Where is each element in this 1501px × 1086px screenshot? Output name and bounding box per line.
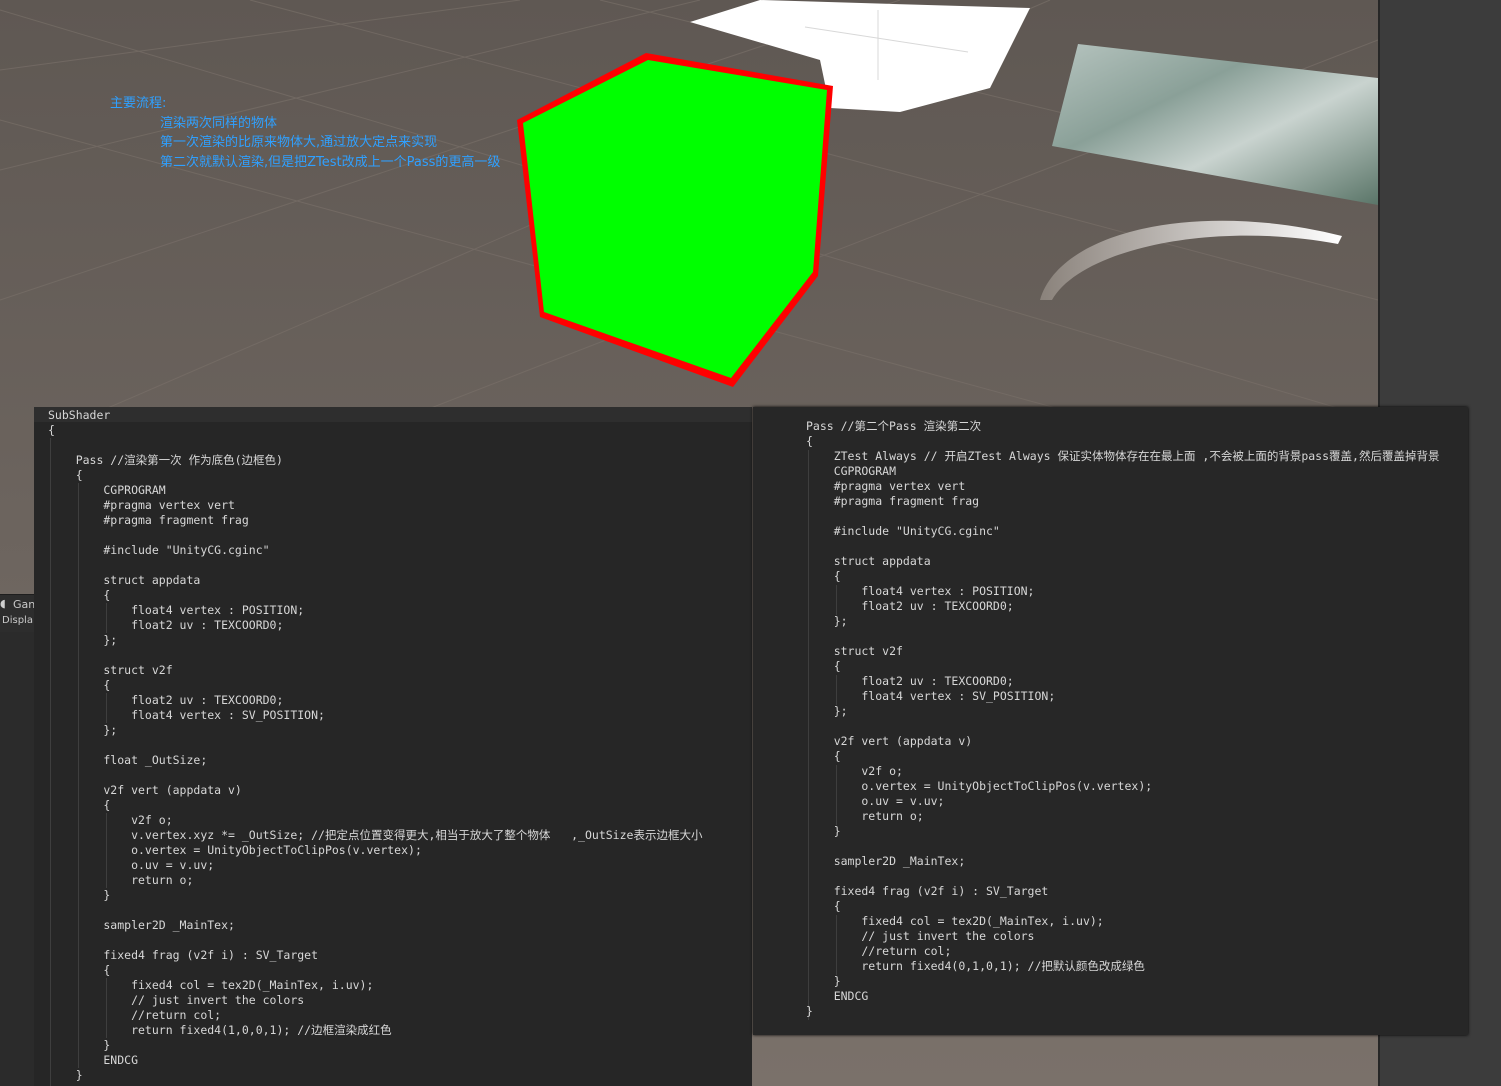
code-line[interactable]: // just invert the colors bbox=[48, 993, 752, 1008]
code-line[interactable]: v2f vert (appdata v) bbox=[48, 783, 752, 798]
code-line[interactable]: } bbox=[48, 1068, 752, 1083]
code-line[interactable]: sampler2D _MainTex; bbox=[806, 854, 1468, 869]
code-line[interactable]: { bbox=[806, 659, 1468, 674]
code-line[interactable] bbox=[48, 438, 752, 453]
code-line[interactable]: float _OutSize; bbox=[48, 753, 752, 768]
code-line[interactable] bbox=[48, 528, 752, 543]
code-line[interactable]: }; bbox=[48, 723, 752, 738]
code-line[interactable] bbox=[806, 509, 1468, 524]
code-line[interactable]: { bbox=[48, 423, 752, 438]
code-line[interactable]: float4 vertex : POSITION; bbox=[806, 584, 1468, 599]
code-line[interactable]: float2 uv : TEXCOORD0; bbox=[806, 599, 1468, 614]
code-line[interactable] bbox=[806, 719, 1468, 734]
code-line[interactable]: } bbox=[48, 888, 752, 903]
code-line[interactable]: }; bbox=[806, 614, 1468, 629]
code-line[interactable] bbox=[806, 629, 1468, 644]
code-line[interactable] bbox=[48, 768, 752, 783]
code-line[interactable]: { bbox=[48, 468, 752, 483]
code-line[interactable]: Pass //渲染第一次 作为底色(边框色) bbox=[48, 453, 752, 468]
code-line[interactable]: #include "UnityCG.cginc" bbox=[48, 543, 752, 558]
code-line[interactable]: float2 uv : TEXCOORD0; bbox=[48, 618, 752, 633]
code-line[interactable]: return fixed4(0,1,0,1); //把默认颜色改成绿色 bbox=[806, 959, 1468, 974]
code-line[interactable] bbox=[806, 539, 1468, 554]
game-view-tab[interactable]: ◖ Gan Displa bbox=[0, 594, 35, 634]
code-line[interactable] bbox=[48, 648, 752, 663]
code-line[interactable]: }; bbox=[806, 704, 1468, 719]
code-line[interactable]: { bbox=[48, 963, 752, 978]
code-line[interactable]: Pass //第二个Pass 渲染第二次 bbox=[806, 419, 1468, 434]
code-line[interactable]: fixed4 col = tex2D(_MainTex, i.uv); bbox=[48, 978, 752, 993]
code-line[interactable]: }; bbox=[48, 633, 752, 648]
code-editor-right[interactable]: Pass //第二个Pass 渲染第二次{ ZTest Always // 开启… bbox=[753, 407, 1468, 1035]
code-line[interactable]: #pragma vertex vert bbox=[806, 479, 1468, 494]
code-line[interactable]: o.uv = v.uv; bbox=[806, 794, 1468, 809]
code-line[interactable]: } bbox=[48, 1038, 752, 1053]
code-line[interactable]: float2 uv : TEXCOORD0; bbox=[48, 693, 752, 708]
code-line[interactable] bbox=[806, 839, 1468, 854]
code-line[interactable]: ZTest Always // 开启ZTest Always 保证实体物体存在在… bbox=[806, 449, 1468, 464]
code-line[interactable] bbox=[48, 738, 752, 753]
code-line[interactable]: struct appdata bbox=[48, 573, 752, 588]
code-line[interactable]: struct v2f bbox=[48, 663, 752, 678]
code-line[interactable]: v2f o; bbox=[806, 764, 1468, 779]
code-line[interactable]: float4 vertex : POSITION; bbox=[48, 603, 752, 618]
code-line[interactable]: return o; bbox=[48, 873, 752, 888]
code-line[interactable]: #include "UnityCG.cginc" bbox=[806, 524, 1468, 539]
notes-line-3: 第二次就默认渲染,但是把ZTest改成上一个Pass的更高一级 bbox=[160, 154, 501, 170]
code-line[interactable] bbox=[48, 933, 752, 948]
notes-line-2: 第一次渲染的比原来物体大,通过放大定点来实现 bbox=[160, 135, 438, 150]
code-line[interactable]: float2 uv : TEXCOORD0; bbox=[806, 674, 1468, 689]
code-line[interactable]: } bbox=[806, 974, 1468, 989]
code-line[interactable]: #pragma vertex vert bbox=[48, 498, 752, 513]
code-line[interactable]: v2f vert (appdata v) bbox=[806, 734, 1468, 749]
code-line[interactable]: struct v2f bbox=[806, 644, 1468, 659]
code-line[interactable]: struct appdata bbox=[806, 554, 1468, 569]
code-line[interactable]: SubShader bbox=[48, 408, 752, 423]
code-line[interactable]: #pragma fragment frag bbox=[48, 513, 752, 528]
code-line[interactable] bbox=[48, 903, 752, 918]
code-line[interactable]: } bbox=[806, 824, 1468, 839]
code-line[interactable]: { bbox=[806, 434, 1468, 449]
scene-notes: 主要流程: 渲染两次同样的物体 第一次渲染的比原来物体大,通过放大定点来实现 第… bbox=[110, 94, 500, 172]
code-line[interactable]: { bbox=[48, 678, 752, 693]
code-line[interactable]: { bbox=[48, 798, 752, 813]
code-line[interactable]: ENDCG bbox=[806, 989, 1468, 1004]
code-editor-left[interactable]: SubShader{ Pass //渲染第一次 作为底色(边框色) { CGPR… bbox=[34, 407, 752, 1086]
code-lines: Pass //第二个Pass 渲染第二次{ ZTest Always // 开启… bbox=[806, 419, 1468, 1019]
code-line[interactable]: { bbox=[806, 569, 1468, 584]
code-line[interactable]: } bbox=[806, 1004, 1468, 1019]
code-line[interactable]: float4 vertex : SV_POSITION; bbox=[48, 708, 752, 723]
code-line[interactable]: { bbox=[806, 749, 1468, 764]
game-view-body bbox=[0, 632, 34, 1086]
code-line[interactable]: CGPROGRAM bbox=[806, 464, 1468, 479]
code-line[interactable]: return o; bbox=[806, 809, 1468, 824]
code-line[interactable]: ENDCG bbox=[48, 1053, 752, 1068]
code-line[interactable]: fixed4 frag (v2f i) : SV_Target bbox=[48, 948, 752, 963]
code-line[interactable]: CGPROGRAM bbox=[48, 483, 752, 498]
notes-line-1: 渲染两次同样的物体 bbox=[160, 115, 278, 131]
code-line[interactable]: fixed4 col = tex2D(_MainTex, i.uv); bbox=[806, 914, 1468, 929]
code-line[interactable]: //return col; bbox=[48, 1008, 752, 1023]
code-line[interactable]: //return col; bbox=[806, 944, 1468, 959]
code-line[interactable]: o.vertex = UnityObjectToClipPos(v.vertex… bbox=[48, 843, 752, 858]
code-line[interactable]: { bbox=[806, 899, 1468, 914]
code-line[interactable]: // just invert the colors bbox=[806, 929, 1468, 944]
code-line[interactable]: v.vertex.xyz *= _OutSize; //把定点位置变得更大,相当… bbox=[48, 828, 752, 843]
code-line[interactable]: float4 vertex : SV_POSITION; bbox=[806, 689, 1468, 704]
code-line[interactable]: o.vertex = UnityObjectToClipPos(v.vertex… bbox=[806, 779, 1468, 794]
code-line[interactable] bbox=[48, 558, 752, 573]
code-line[interactable]: v2f o; bbox=[48, 813, 752, 828]
tab-game-label: Gan bbox=[13, 598, 36, 611]
code-line[interactable] bbox=[806, 869, 1468, 884]
notes-title: 主要流程: bbox=[110, 96, 167, 111]
code-line[interactable]: return fixed4(1,0,0,1); //边框渲染成红色 bbox=[48, 1023, 752, 1038]
code-line[interactable]: { bbox=[48, 588, 752, 603]
game-controller-icon: ◖ bbox=[0, 597, 6, 610]
code-line[interactable]: sampler2D _MainTex; bbox=[48, 918, 752, 933]
code-line[interactable]: o.uv = v.uv; bbox=[48, 858, 752, 873]
code-line[interactable]: #pragma fragment frag bbox=[806, 494, 1468, 509]
code-lines: SubShader{ Pass //渲染第一次 作为底色(边框色) { CGPR… bbox=[48, 408, 752, 1083]
display-dropdown[interactable]: Displa bbox=[2, 615, 33, 626]
code-line[interactable]: fixed4 frag (v2f i) : SV_Target bbox=[806, 884, 1468, 899]
